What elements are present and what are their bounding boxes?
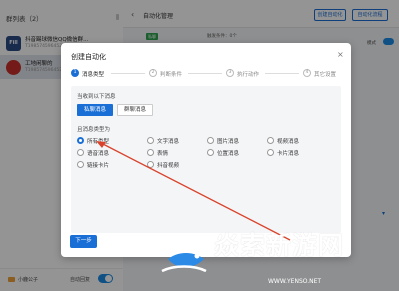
watermark-text: 焱索新游网	[214, 231, 345, 260]
watermark-logo-icon	[161, 240, 208, 273]
watermark-url: WWW.YENSO.NET	[268, 278, 322, 285]
